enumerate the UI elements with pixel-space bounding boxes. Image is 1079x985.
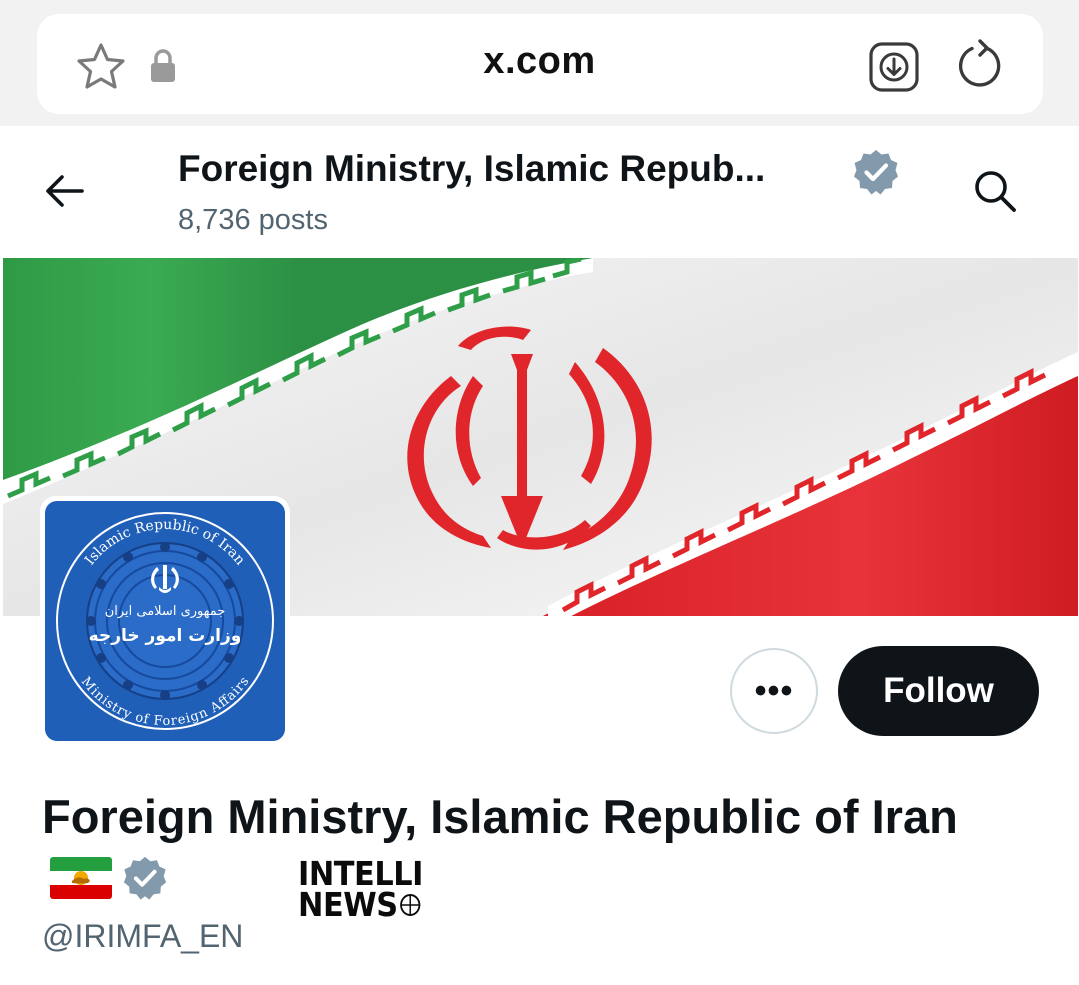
back-arrow-icon[interactable] — [42, 168, 88, 214]
profile-avatar[interactable]: Islamic Republic of Iran Ministry of For… — [40, 496, 290, 746]
avatar-persian-line2: وزارت امور خارجه — [89, 626, 242, 646]
display-name-text: Foreign Ministry, Islamic Republic of Ir… — [42, 790, 958, 843]
iran-lion-sun-flag-icon — [50, 857, 112, 899]
intellinews-watermark: INTELLI NEWS — [298, 857, 458, 924]
avatar-persian-line1: جمهوری اسلامی ایران — [105, 604, 226, 619]
watermark-line2: NEWS — [298, 885, 398, 924]
reload-icon[interactable] — [953, 38, 1007, 94]
crosshair-icon — [400, 893, 421, 916]
post-count: 8,736 posts — [178, 204, 328, 236]
header-title: Foreign Ministry, Islamic Repub... — [178, 148, 766, 189]
display-name: Foreign Ministry, Islamic Republic of Ir… — [42, 786, 1002, 910]
download-icon[interactable] — [868, 41, 920, 93]
more-options-button[interactable]: ••• — [730, 648, 818, 734]
verified-badge-icon — [854, 150, 898, 195]
watermark-line2-row: NEWS — [298, 885, 445, 924]
verified-badge-icon — [123, 856, 167, 900]
search-icon[interactable] — [970, 166, 1020, 216]
follow-button[interactable]: Follow — [838, 646, 1039, 736]
profile-handle: @IRIMFA_EN — [42, 918, 244, 954]
